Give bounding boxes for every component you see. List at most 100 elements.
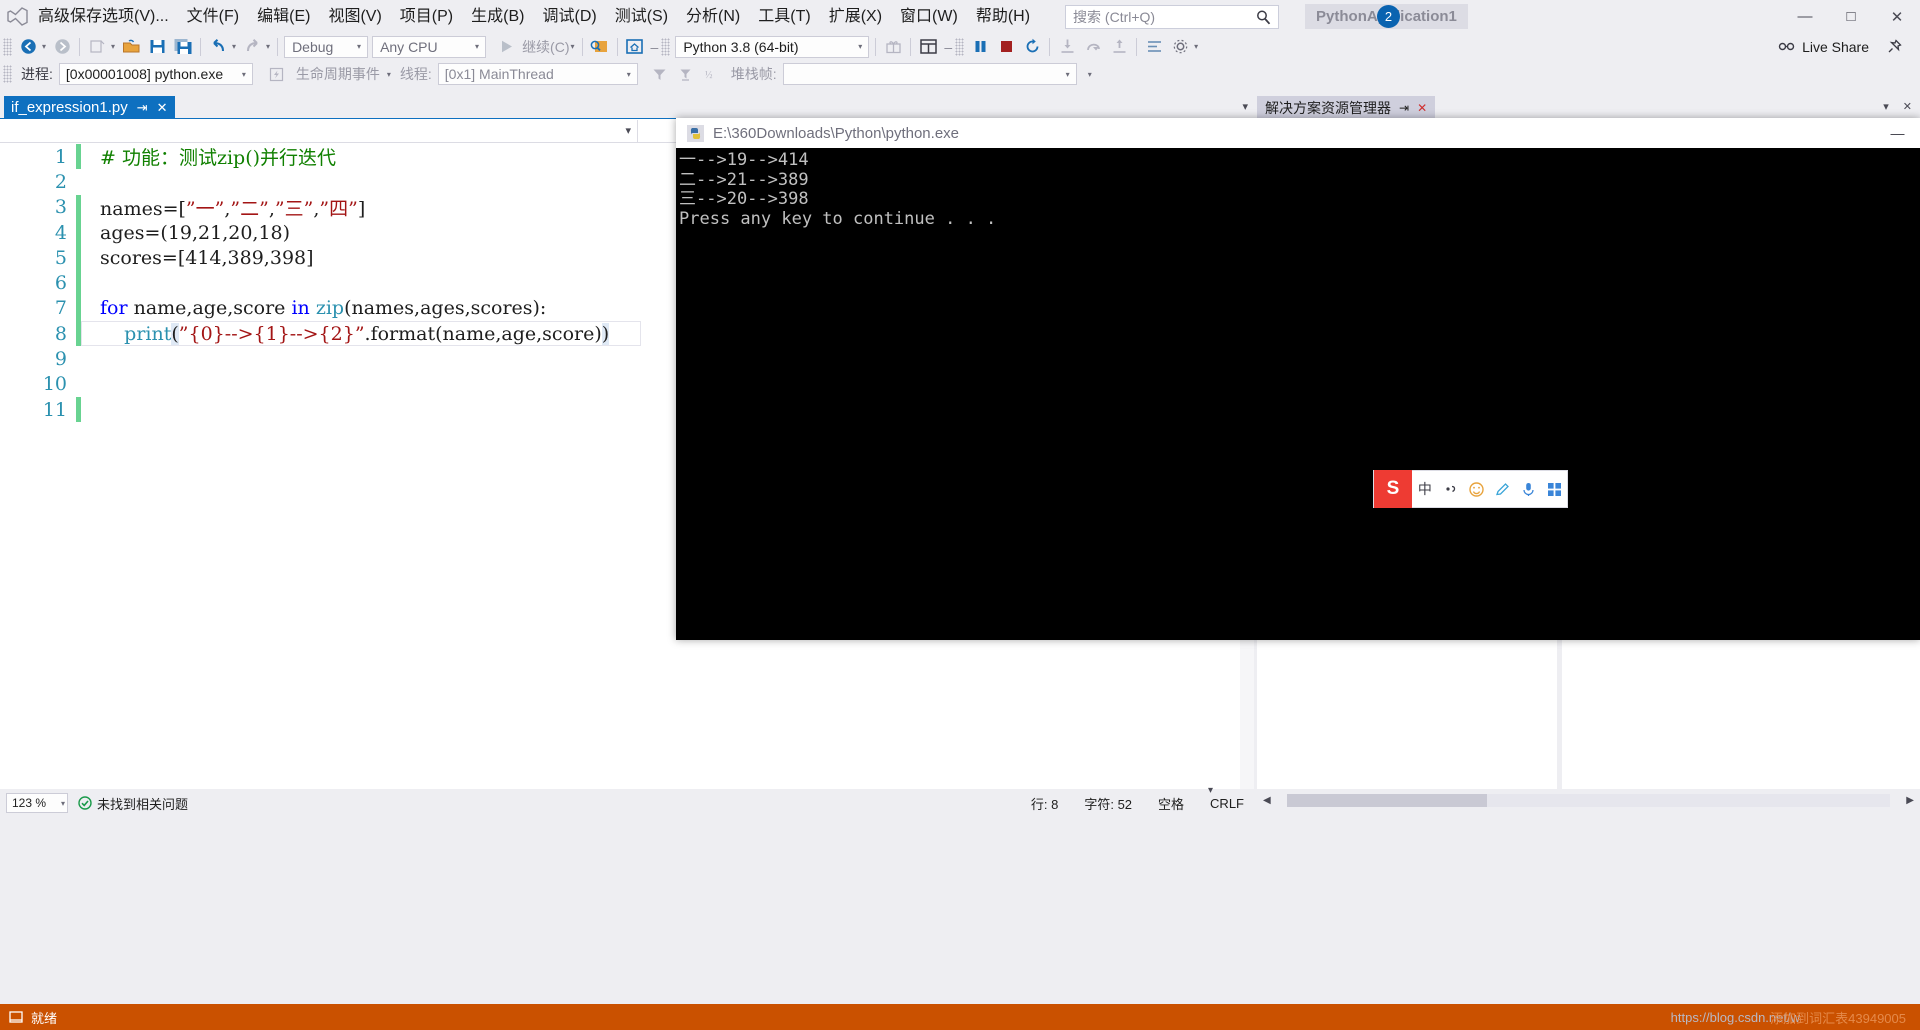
- solution-explorer-tab[interactable]: 解决方案资源管理器 ⇥ ✕: [1257, 96, 1436, 119]
- menu-item-help[interactable]: 帮助(H): [967, 0, 1039, 33]
- continue-caret-icon[interactable]: ▾: [570, 42, 578, 51]
- sogou-ime-icon[interactable]: S: [1374, 470, 1412, 508]
- navigate-back-caret-icon[interactable]: ▾: [41, 42, 49, 51]
- ime-mode-label[interactable]: 中: [1412, 479, 1438, 499]
- menu-item-edit[interactable]: 编辑(E): [248, 0, 319, 33]
- sogou-ime-toolbar[interactable]: S 中: [1373, 470, 1568, 508]
- menu-item-build[interactable]: 生成(B): [462, 0, 533, 33]
- new-project-icon[interactable]: [85, 35, 109, 59]
- settings-icon[interactable]: [1168, 35, 1192, 59]
- pane-close-icon[interactable]: ✕: [1903, 100, 1912, 113]
- pane-overflow-chevron-down-icon[interactable]: ▾: [1883, 100, 1889, 113]
- step-over-icon[interactable]: [1081, 35, 1105, 59]
- home-icon[interactable]: [623, 35, 647, 59]
- solution-config-combo[interactable]: Debug ▾: [284, 35, 369, 58]
- scroll-left-icon[interactable]: ◀: [1263, 795, 1271, 806]
- navigate-back-icon[interactable]: [16, 35, 40, 59]
- unwind-icon[interactable]: ½: [700, 62, 724, 86]
- toolbar-grip[interactable]: [661, 37, 671, 56]
- save-all-icon[interactable]: [171, 35, 195, 59]
- menu-item-project[interactable]: 项目(P): [391, 0, 462, 33]
- pin-icon[interactable]: ⇥: [137, 100, 148, 116]
- menu-item-view[interactable]: 视图(V): [319, 0, 390, 33]
- start-play-icon[interactable]: [494, 35, 518, 59]
- notification-badge[interactable]: 2: [1377, 5, 1400, 28]
- debugbar-grip[interactable]: [3, 65, 12, 83]
- redo-caret-icon[interactable]: ▾: [265, 42, 273, 51]
- continue-label[interactable]: 继续(C): [519, 37, 569, 57]
- document-tab-if-expression1[interactable]: if_expression1.py ⇥ ✕: [4, 96, 175, 119]
- close-icon[interactable]: ✕: [1417, 101, 1427, 115]
- console-title-bar[interactable]: E:\360Downloads\Python\python.exe —: [676, 118, 1920, 148]
- lifecycle-label[interactable]: 生命周期事件: [290, 64, 386, 84]
- toolbox-icon[interactable]: [1541, 481, 1567, 498]
- menu-item-test[interactable]: 测试(S): [606, 0, 677, 33]
- new-project-caret-icon[interactable]: ▾: [110, 42, 118, 51]
- maximize-icon[interactable]: □: [1828, 0, 1874, 33]
- pin-icon[interactable]: ⇥: [1399, 101, 1409, 115]
- solution-platform-combo[interactable]: Any CPU ▾: [372, 35, 487, 58]
- code-text[interactable]: names=[”一”,”二”,”三”,”四”]: [81, 194, 365, 221]
- undo-caret-icon[interactable]: ▾: [231, 42, 239, 51]
- toolbar-grip[interactable]: [3, 37, 12, 56]
- pin-icon[interactable]: [1882, 35, 1906, 59]
- tab-overflow-chevron-down-icon[interactable]: ▾: [1242, 100, 1248, 113]
- compare-icon[interactable]: [1142, 35, 1166, 59]
- code-text[interactable]: for name,age,score in zip(names,ages,sco…: [81, 297, 546, 319]
- menu-item-advanced-save[interactable]: 高级保存选项(V)...: [34, 0, 178, 33]
- lifecycle-events-icon[interactable]: [265, 62, 289, 86]
- stop-icon[interactable]: [994, 35, 1018, 59]
- zoom-level-combo[interactable]: 123 % ▾: [6, 793, 68, 813]
- navigate-forward-icon[interactable]: [50, 35, 74, 59]
- thread-value: [0x1] MainThread: [444, 66, 554, 82]
- open-file-icon[interactable]: [119, 35, 143, 59]
- right-pane-horizontal-scrollbar[interactable]: ◀ ▶: [1257, 789, 1920, 811]
- settings-caret-icon[interactable]: ▾: [1193, 42, 1201, 51]
- restart-icon[interactable]: [1020, 35, 1044, 59]
- code-text[interactable]: scores=[414,389,398]: [81, 247, 314, 269]
- code-text[interactable]: ages=(19,21,20,18): [81, 222, 290, 244]
- thread-combo[interactable]: [0x1] MainThread ▾: [437, 63, 638, 85]
- nav-type-combo[interactable]: ▾: [0, 119, 638, 142]
- attach-to-process-icon[interactable]: [588, 35, 612, 59]
- search-input[interactable]: 搜索 (Ctrl+Q): [1065, 4, 1280, 29]
- live-share-label[interactable]: Live Share: [1799, 39, 1881, 55]
- microphone-icon[interactable]: [1515, 481, 1541, 498]
- menu-item-file[interactable]: 文件(F): [178, 0, 248, 33]
- minimize-icon[interactable]: —: [1782, 0, 1828, 33]
- toolbar-grip[interactable]: [955, 37, 965, 56]
- close-icon[interactable]: ✕: [157, 100, 168, 116]
- save-icon[interactable]: [145, 35, 169, 59]
- step-into-icon[interactable]: [1055, 35, 1079, 59]
- debugbar-overflow-icon[interactable]: ▾: [1087, 70, 1095, 79]
- scroll-thumb[interactable]: [1286, 793, 1487, 807]
- menu-item-tools[interactable]: 工具(T): [749, 0, 819, 33]
- menu-item-extensions[interactable]: 扩展(X): [820, 0, 891, 33]
- pen-icon[interactable]: [1489, 481, 1515, 498]
- gift-icon[interactable]: [881, 35, 905, 59]
- lifecycle-caret-icon[interactable]: ▾: [386, 70, 394, 79]
- python-console-window[interactable]: E:\360Downloads\Python\python.exe — 一-->…: [676, 118, 1920, 640]
- redo-icon[interactable]: [240, 35, 264, 59]
- menu-item-debug[interactable]: 调试(D): [533, 0, 605, 33]
- window-layout-icon[interactable]: [916, 35, 940, 59]
- step-out-icon[interactable]: [1107, 35, 1131, 59]
- menu-item-window[interactable]: 窗口(W): [891, 0, 967, 33]
- live-share-icon[interactable]: [1774, 35, 1798, 59]
- emoji-icon[interactable]: [1464, 481, 1490, 498]
- filter-icon[interactable]: [648, 62, 672, 86]
- pinyin-switch-icon[interactable]: [1438, 481, 1464, 497]
- menu-item-analyze[interactable]: 分析(N): [677, 0, 749, 33]
- close-icon[interactable]: ✕: [1874, 0, 1920, 33]
- stackframe-combo[interactable]: ▾: [782, 63, 1077, 85]
- collapse-icon[interactable]: [674, 62, 698, 86]
- undo-icon[interactable]: [206, 35, 230, 59]
- code-text[interactable]: # 功能：测试zip()并行迭代: [81, 143, 336, 170]
- pause-icon[interactable]: [968, 35, 992, 59]
- process-combo[interactable]: [0x00001008] python.exe ▾: [58, 63, 253, 85]
- console-minimize-icon[interactable]: —: [1875, 118, 1920, 148]
- scroll-track[interactable]: [1286, 793, 1891, 807]
- scroll-right-icon[interactable]: ▶: [1906, 795, 1914, 806]
- collapse-dash-icon: –: [944, 38, 953, 55]
- python-interpreter-combo[interactable]: Python 3.8 (64-bit) ▾: [675, 35, 870, 58]
